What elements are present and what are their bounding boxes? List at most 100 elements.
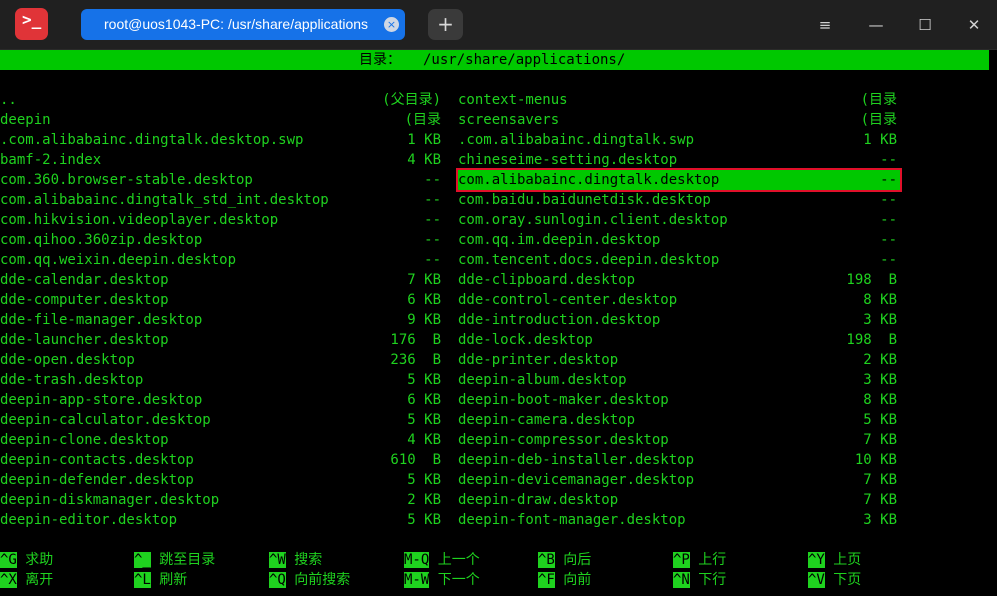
file-name: com.tencent.docs.deepin.desktop [458,252,720,268]
file-name: dde-open.desktop [0,352,135,368]
file-entry[interactable]: deepin-defender.desktop 5 KB [0,470,441,490]
file-entry[interactable]: com.tencent.docs.deepin.desktop -- [458,250,900,270]
file-size: (父目录) [382,92,441,108]
file-entry[interactable]: com.360.browser-stable.desktop -- [0,170,441,190]
file-size: 8 KB [863,392,897,408]
file-size: -- [880,172,897,188]
file-entry[interactable]: dde-introduction.desktop 3 KB [458,310,900,330]
file-size: 1 KB [407,132,441,148]
file-name: deepin-clone.desktop [0,432,169,448]
file-name: dde-lock.desktop [458,332,593,348]
file-entry[interactable]: deepin-devicemanager.desktop 7 KB [458,470,900,490]
file-entry[interactable]: .com.alibabainc.dingtalk.desktop.swp 1 KB [0,130,441,150]
file-size: -- [880,232,897,248]
file-entry[interactable]: dde-open.desktop 236 B [0,350,441,370]
shortcut-key: M-W [404,572,430,588]
file-entry[interactable]: deepin-font-manager.desktop 3 KB [458,510,900,530]
shortcut-key: ^X [0,572,17,588]
file-size: 5 KB [407,512,441,528]
file-name: deepin-devicemanager.desktop [458,472,695,488]
file-size: 7 KB [863,472,897,488]
file-entry[interactable]: dde-printer.desktop 2 KB [458,350,900,370]
file-entry[interactable]: .com.alibabainc.dingtalk.swp 1 KB [458,130,900,150]
file-entry[interactable]: deepin (目录 [0,110,441,130]
file-size: 5 KB [863,412,897,428]
file-entry[interactable]: screensavers (目录 [458,110,900,130]
file-name: deepin-album.desktop [458,372,627,388]
file-size: 3 KB [863,312,897,328]
terminal-area[interactable]: 目录： /usr/share/applications/ .. (父目录) deep… [0,50,997,596]
file-name: com.alibabainc.dingtalk_std_int.desktop [0,192,329,208]
file-size: 4 KB [407,432,441,448]
file-name: deepin-boot-maker.desktop [458,392,669,408]
close-circle-icon[interactable]: × [384,17,399,32]
file-entry[interactable]: deepin-camera.desktop 5 KB [458,410,900,430]
file-entry[interactable]: deepin-boot-maker.desktop 8 KB [458,390,900,410]
file-entry[interactable]: bamf-2.index 4 KB [0,150,441,170]
terminal-icon[interactable]: >_ [15,8,48,40]
file-entry[interactable]: com.qq.im.deepin.desktop -- [458,230,900,250]
file-entry[interactable]: deepin-calculator.desktop 5 KB [0,410,441,430]
file-entry[interactable]: chineseime-setting.desktop -- [458,150,900,170]
file-name: dde-control-center.desktop [458,292,678,308]
file-name: dde-clipboard.desktop [458,272,636,288]
file-entry[interactable]: dde-control-center.desktop 8 KB [458,290,900,310]
file-entry[interactable]: com.qihoo.360zip.desktop -- [0,230,441,250]
file-size: 6 KB [407,292,441,308]
file-size: 7 KB [863,432,897,448]
shortcut-description: 刷新 [159,572,188,588]
file-name: dde-file-manager.desktop [0,312,203,328]
file-entry[interactable]: com.oray.sunlogin.client.desktop -- [458,210,900,230]
file-entry[interactable]: dde-clipboard.desktop 198 B [458,270,900,290]
file-size: -- [880,212,897,228]
file-size: -- [424,192,441,208]
file-name: deepin-defender.desktop [0,472,194,488]
hamburger-menu-icon[interactable]: ≡ [813,13,837,37]
file-entry[interactable]: dde-lock.desktop 198 B [458,330,900,350]
file-entry[interactable]: .. (父目录) [0,90,441,110]
shortcut-key: ^_ [134,552,151,568]
file-entry[interactable]: com.baidu.baidunetdisk.desktop -- [458,190,900,210]
file-size: 2 KB [407,492,441,508]
shortcut-key: ^N [673,572,690,588]
minimize-icon[interactable]: — [864,13,888,37]
tab-terminal-session[interactable]: root@uos1043-PC: /usr/share/applications… [81,9,405,40]
file-entry[interactable]: com.qq.weixin.deepin.desktop -- [0,250,441,270]
file-entry[interactable]: deepin-editor.desktop 5 KB [0,510,441,530]
file-entry[interactable]: deepin-deb-installer.desktop 10 KB [458,450,900,470]
file-entry[interactable]: context-menus (目录 [458,90,900,110]
file-name: bamf-2.index [0,152,102,168]
file-entry[interactable]: deepin-album.desktop 3 KB [458,370,900,390]
file-entry[interactable]: dde-launcher.desktop 176 B [0,330,441,350]
file-entry[interactable]: com.alibabainc.dingtalk_std_int.desktop -… [0,190,441,210]
file-entry[interactable]: dde-calendar.desktop 7 KB [0,270,441,290]
file-entry[interactable]: deepin-diskmanager.desktop 2 KB [0,490,441,510]
file-name: deepin-contacts.desktop [0,452,194,468]
file-name: com.baidu.baidunetdisk.desktop [458,192,711,208]
shortcut-hint: M-Q 上一个 [404,550,480,570]
file-size: -- [424,252,441,268]
file-entry[interactable]: deepin-contacts.desktop 610 B [0,450,441,470]
file-entry[interactable]: dde-file-manager.desktop 9 KB [0,310,441,330]
file-entry[interactable]: deepin-clone.desktop 4 KB [0,430,441,450]
file-entry[interactable]: dde-computer.desktop 6 KB [0,290,441,310]
file-entry[interactable]: dde-trash.desktop 5 KB [0,370,441,390]
file-name: com.360.browser-stable.desktop [0,172,253,188]
file-entry[interactable]: deepin-app-store.desktop 6 KB [0,390,441,410]
close-icon[interactable]: ✕ [962,13,986,37]
file-size: 198 B [846,332,897,348]
file-name: context-menus [458,92,568,108]
file-entry[interactable]: deepin-draw.desktop 7 KB [458,490,900,510]
file-entry[interactable]: deepin-compressor.desktop 7 KB [458,430,900,450]
file-entry[interactable]: com.hikvision.videoplayer.desktop -- [0,210,441,230]
file-entry-selected[interactable]: com.alibabainc.dingtalk.desktop -- [456,168,902,192]
new-tab-button[interactable]: + [428,9,463,40]
shortcut-hint: ^N 下行 [673,570,726,590]
shortcut-key: ^L [134,572,151,588]
tab-title: root@uos1043-PC: /usr/share/applications [104,16,369,32]
shortcut-hint: ^L 刷新 [134,570,187,590]
maximize-icon[interactable]: ☐ [913,13,937,37]
file-size: 3 KB [863,512,897,528]
shortcut-hint: ^Q 向前搜索 [269,570,350,590]
file-size: -- [880,192,897,208]
